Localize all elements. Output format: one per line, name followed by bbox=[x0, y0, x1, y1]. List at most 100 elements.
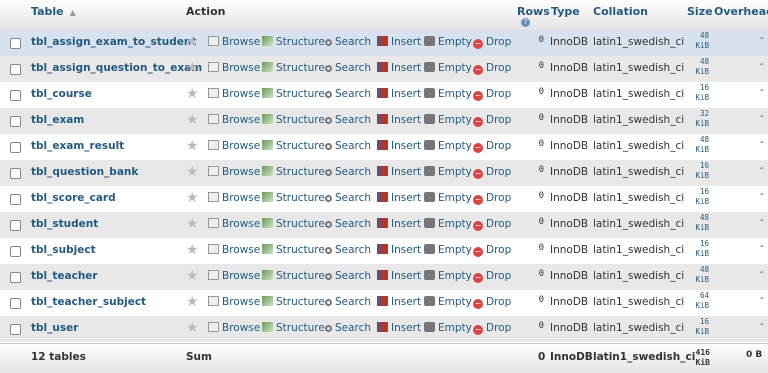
table-size-unit[interactable]: KiB bbox=[695, 67, 709, 76]
table-size-value[interactable]: 16 bbox=[700, 161, 709, 170]
empty-label[interactable]: Empty bbox=[438, 88, 472, 100]
table-row[interactable]: tbl_teacher ★ Browse Structure Search Insert E… bbox=[0, 264, 768, 291]
empty-button[interactable]: Empty bbox=[424, 192, 472, 204]
row-checkbox[interactable] bbox=[10, 142, 21, 153]
browse-button[interactable]: Browse bbox=[208, 244, 260, 256]
search-label[interactable]: Search bbox=[335, 218, 371, 230]
empty-button[interactable]: Empty bbox=[424, 218, 472, 230]
empty-button[interactable]: Empty bbox=[424, 88, 472, 100]
browse-button[interactable]: Browse bbox=[208, 140, 260, 152]
search-label[interactable]: Search bbox=[335, 166, 371, 178]
empty-label[interactable]: Empty bbox=[438, 296, 472, 308]
empty-button[interactable]: Empty bbox=[424, 140, 472, 152]
empty-button[interactable]: Empty bbox=[424, 270, 472, 282]
table-size-value[interactable]: 16 bbox=[700, 317, 709, 326]
browse-label[interactable]: Browse bbox=[222, 140, 260, 152]
star-icon[interactable]: ★ bbox=[186, 112, 199, 128]
table-size[interactable]: 32 KiB bbox=[683, 109, 709, 129]
row-checkbox[interactable] bbox=[10, 90, 21, 101]
table-name-link[interactable]: tbl_question_bank bbox=[31, 166, 138, 178]
search-button[interactable]: Search bbox=[325, 62, 371, 74]
search-button[interactable]: Search bbox=[325, 270, 371, 282]
star-icon[interactable]: ★ bbox=[186, 190, 199, 206]
table-row[interactable]: tbl_exam ★ Browse Structure Search Insert Empt… bbox=[0, 108, 768, 135]
empty-label[interactable]: Empty bbox=[438, 270, 472, 282]
star-icon[interactable]: ★ bbox=[186, 320, 199, 336]
table-size-value[interactable]: 48 bbox=[700, 57, 709, 66]
empty-label[interactable]: Empty bbox=[438, 218, 472, 230]
structure-label[interactable]: Structure bbox=[276, 36, 325, 48]
insert-label[interactable]: Insert bbox=[391, 218, 421, 230]
table-size[interactable]: 48 KiB bbox=[683, 135, 709, 155]
structure-button[interactable]: Structure bbox=[262, 62, 325, 74]
drop-button[interactable]: − Drop bbox=[473, 218, 511, 231]
search-button[interactable]: Search bbox=[325, 114, 371, 126]
drop-button[interactable]: − Drop bbox=[473, 140, 511, 153]
table-size[interactable]: 48 KiB bbox=[683, 265, 709, 285]
search-label[interactable]: Search bbox=[335, 192, 371, 204]
browse-label[interactable]: Browse bbox=[222, 322, 260, 334]
drop-label[interactable]: Drop bbox=[486, 192, 511, 204]
table-size-value[interactable]: 48 bbox=[700, 31, 709, 40]
insert-label[interactable]: Insert bbox=[391, 192, 421, 204]
row-checkbox[interactable] bbox=[10, 116, 21, 127]
empty-label[interactable]: Empty bbox=[438, 140, 472, 152]
column-header-rows[interactable]: Rows bbox=[517, 5, 550, 18]
empty-button[interactable]: Empty bbox=[424, 322, 472, 334]
structure-button[interactable]: Structure bbox=[262, 192, 325, 204]
star-icon[interactable]: ★ bbox=[186, 86, 199, 102]
structure-button[interactable]: Structure bbox=[262, 88, 325, 100]
structure-label[interactable]: Structure bbox=[276, 218, 325, 230]
drop-button[interactable]: − Drop bbox=[473, 166, 511, 179]
drop-label[interactable]: Drop bbox=[486, 244, 511, 256]
table-name-link[interactable]: tbl_teacher bbox=[31, 270, 98, 282]
search-button[interactable]: Search bbox=[325, 140, 371, 152]
table-size-value[interactable]: 48 bbox=[700, 135, 709, 144]
structure-button[interactable]: Structure bbox=[262, 296, 325, 308]
browse-label[interactable]: Browse bbox=[222, 166, 260, 178]
search-button[interactable]: Search bbox=[325, 192, 371, 204]
star-icon[interactable]: ★ bbox=[186, 216, 199, 232]
insert-label[interactable]: Insert bbox=[391, 166, 421, 178]
empty-button[interactable]: Empty bbox=[424, 62, 472, 74]
structure-label[interactable]: Structure bbox=[276, 244, 325, 256]
browse-button[interactable]: Browse bbox=[208, 192, 260, 204]
table-size[interactable]: 16 KiB bbox=[683, 317, 709, 337]
table-row[interactable]: tbl_user ★ Browse Structure Search Insert Empt… bbox=[0, 316, 768, 343]
empty-button[interactable]: Empty bbox=[424, 296, 472, 308]
drop-label[interactable]: Drop bbox=[486, 36, 511, 48]
drop-button[interactable]: − Drop bbox=[473, 88, 511, 101]
table-row[interactable]: tbl_score_card ★ Browse Structure Search Inse… bbox=[0, 186, 768, 213]
table-row[interactable]: tbl_course ★ Browse Structure Search Insert Em… bbox=[0, 82, 768, 109]
table-size[interactable]: 48 KiB bbox=[683, 57, 709, 77]
browse-button[interactable]: Browse bbox=[208, 36, 260, 48]
insert-label[interactable]: Insert bbox=[391, 322, 421, 334]
search-label[interactable]: Search bbox=[335, 62, 371, 74]
table-size-value[interactable]: 32 bbox=[700, 109, 709, 118]
structure-label[interactable]: Structure bbox=[276, 140, 325, 152]
row-checkbox[interactable] bbox=[10, 220, 21, 231]
search-label[interactable]: Search bbox=[335, 114, 371, 126]
drop-label[interactable]: Drop bbox=[486, 62, 511, 74]
table-size-value[interactable]: 16 bbox=[700, 83, 709, 92]
insert-button[interactable]: Insert bbox=[377, 62, 421, 74]
browse-button[interactable]: Browse bbox=[208, 270, 260, 282]
drop-button[interactable]: − Drop bbox=[473, 296, 511, 309]
search-button[interactable]: Search bbox=[325, 166, 371, 178]
star-icon[interactable]: ★ bbox=[186, 164, 199, 180]
browse-label[interactable]: Browse bbox=[222, 244, 260, 256]
rows-help-icon[interactable]: ? bbox=[521, 18, 530, 27]
column-header-type[interactable]: Type bbox=[551, 5, 580, 18]
table-size-value[interactable]: 64 bbox=[700, 291, 709, 300]
insert-label[interactable]: Insert bbox=[391, 140, 421, 152]
browse-label[interactable]: Browse bbox=[222, 88, 260, 100]
structure-button[interactable]: Structure bbox=[262, 36, 325, 48]
drop-button[interactable]: − Drop bbox=[473, 270, 511, 283]
empty-button[interactable]: Empty bbox=[424, 114, 472, 126]
search-button[interactable]: Search bbox=[325, 218, 371, 230]
table-row[interactable]: tbl_question_bank ★ Browse Structure Search I… bbox=[0, 160, 768, 187]
insert-label[interactable]: Insert bbox=[391, 244, 421, 256]
table-size-value[interactable]: 16 bbox=[700, 187, 709, 196]
row-checkbox[interactable] bbox=[10, 168, 21, 179]
table-size-unit[interactable]: KiB bbox=[695, 327, 709, 336]
